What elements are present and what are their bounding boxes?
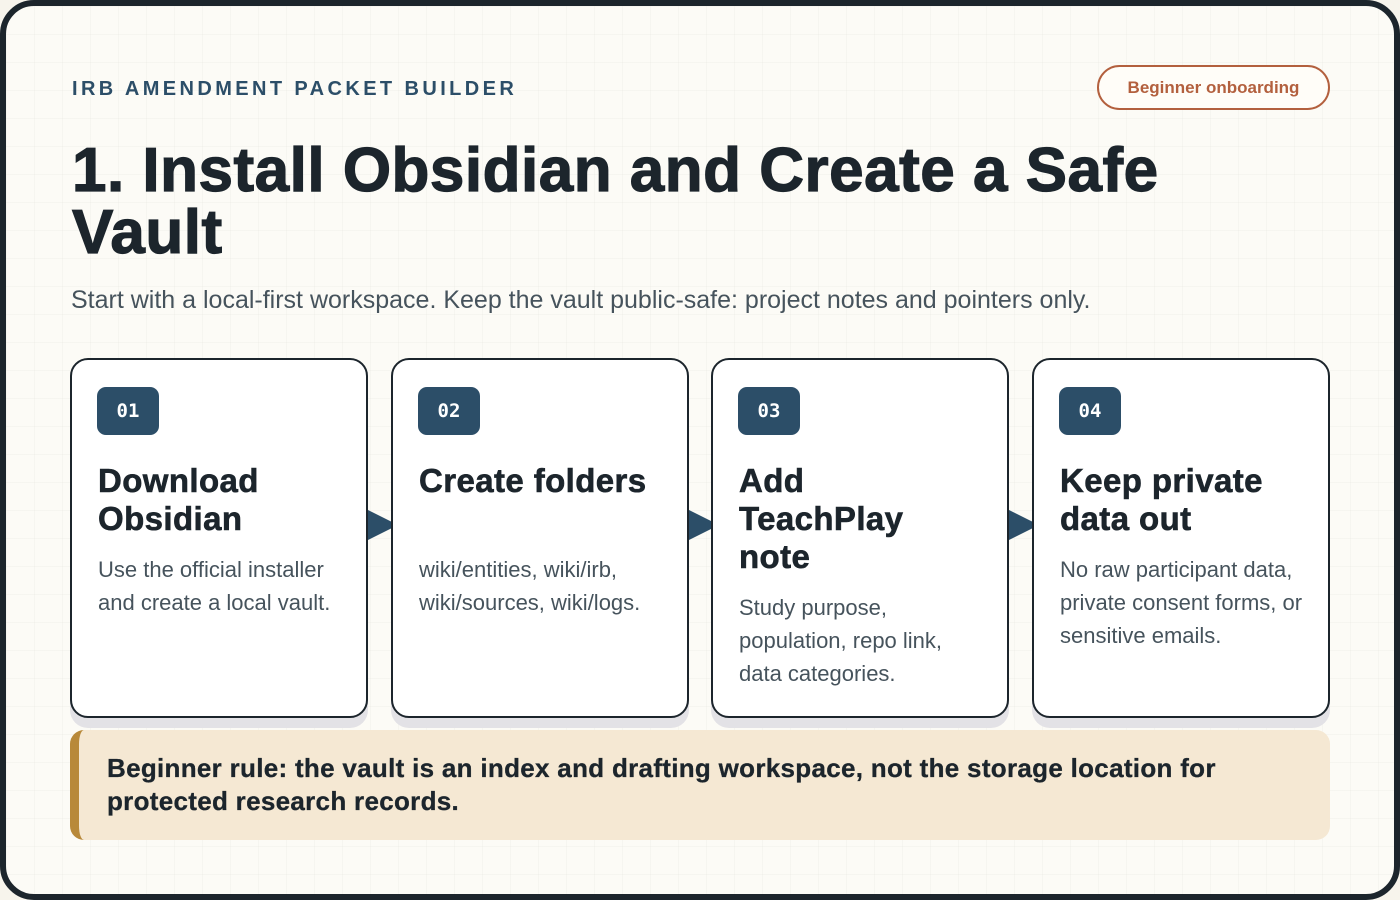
step-card-download: 01 Download Obsidian Use the official in… <box>70 358 368 718</box>
step-title: Keep private data out <box>1060 462 1263 538</box>
step-card-folders: 02 Create folders wiki/entities, wiki/ir… <box>391 358 689 718</box>
step-title: Create folders <box>419 462 647 500</box>
step-card-private-data: 04 Keep private data out No raw particip… <box>1032 358 1330 718</box>
step-number: 02 <box>418 387 480 435</box>
slide-frame: IRB AMENDMENT PACKET BUILDER Beginner on… <box>0 0 1400 900</box>
step-description: No raw participant data, private consent… <box>1060 557 1303 648</box>
status-badge: Beginner onboarding <box>1097 65 1330 110</box>
step-title: Download Obsidian <box>98 462 259 538</box>
step-number: 04 <box>1059 387 1121 435</box>
beginner-rule-callout: Beginner rule: the vault is an index and… <box>70 730 1330 840</box>
step-description: wiki/entities, wiki/irb, wiki/sources, w… <box>419 557 641 615</box>
page-subtitle: Start with a local-first workspace. Keep… <box>71 286 1091 314</box>
step-card-teachplay: 03 Add TeachPlay note Study purpose, pop… <box>711 358 1009 718</box>
step-title: Add TeachPlay note <box>739 462 904 576</box>
step-description: Study purpose, population, repo link, da… <box>739 595 943 686</box>
step-number: 03 <box>738 387 800 435</box>
page-title: 1. Install Obsidian and Create a Safe Va… <box>71 136 1159 267</box>
step-description: Use the official installer and create a … <box>98 557 331 615</box>
eyebrow-label: IRB AMENDMENT PACKET BUILDER <box>72 78 518 100</box>
step-number: 01 <box>97 387 159 435</box>
steps-row: 01 Download Obsidian Use the official in… <box>70 358 1330 718</box>
